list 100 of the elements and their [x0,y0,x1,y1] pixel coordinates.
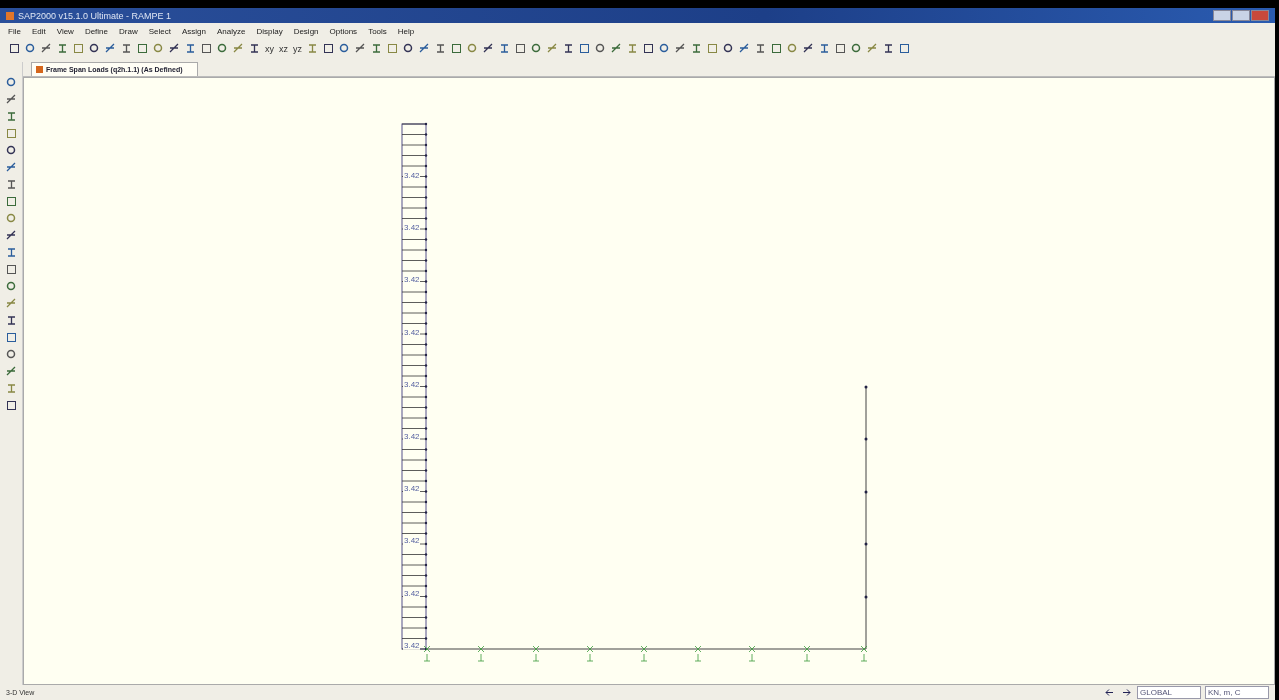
toolbar-button[interactable] [530,42,543,55]
toolbar-button[interactable] [56,42,69,55]
toolbar-button[interactable] [4,365,18,378]
toolbar-button[interactable] [4,263,18,276]
toolbar-button[interactable] [450,42,463,55]
toolbar-button[interactable] [88,42,101,55]
toolbar-button[interactable] [40,42,53,55]
toolbar-button[interactable] [248,42,261,55]
tool-icon [563,43,574,54]
view-button[interactable]: yz [292,42,303,55]
tool-icon [121,43,132,54]
toolbar-button[interactable] [4,144,18,157]
toolbar-button[interactable] [168,42,181,55]
tool-icon [803,43,814,54]
toolbar-button[interactable] [882,42,895,55]
toolbar-button[interactable] [770,42,783,55]
load-value: 3.42 [404,536,420,546]
toolbar-button[interactable] [4,348,18,361]
toolbar-button[interactable] [136,42,149,55]
toolbar-button[interactable] [722,42,735,55]
tool-icon [5,179,17,190]
tool-icon [355,43,366,54]
toolbar-button[interactable] [402,42,415,55]
tool-icon [611,43,622,54]
toolbar-button[interactable] [4,76,18,89]
tool-icon [867,43,878,54]
toolbar-button[interactable] [216,42,229,55]
toolbar-button[interactable] [674,42,687,55]
tool-icon [323,43,334,54]
arrow-left-icon[interactable] [1103,686,1116,699]
tool-icon [185,43,196,54]
tool-icon [499,43,510,54]
toolbar-button[interactable] [104,42,117,55]
tool-icon [5,400,17,411]
toolbar-button[interactable] [418,42,431,55]
menu-item[interactable]: Edit [31,26,46,36]
menu-item[interactable]: Analyze [216,26,246,36]
menu-item[interactable]: File [8,26,21,36]
toolbar-button[interactable] [738,42,751,55]
toolbar-button[interactable] [338,42,351,55]
toolbar-button[interactable] [754,42,767,55]
arrow-right-icon[interactable] [1120,686,1133,699]
toolbar-button[interactable] [4,280,18,293]
toolbar-button[interactable] [610,42,623,55]
toolbar-button[interactable] [690,42,703,55]
tool-icon [771,43,782,54]
toolbar-button[interactable] [370,42,383,55]
toolbar-button[interactable] [4,195,18,208]
menu-item[interactable]: View [56,26,74,36]
toolbar-button[interactable] [482,42,495,55]
toolbar-button[interactable] [434,42,447,55]
view-button[interactable]: xz [278,42,289,55]
toolbar-button[interactable] [498,42,511,55]
tool-icon [787,43,798,54]
menu-item[interactable]: Tools [368,26,387,36]
toolbar-button[interactable] [834,42,847,55]
tool-icon [57,43,68,54]
toolbar-button[interactable] [4,331,18,344]
view-button[interactable]: xy [264,42,275,55]
menu-item[interactable]: Define [84,26,108,36]
toolbar-button[interactable] [658,42,671,55]
toolbar-button[interactable] [514,42,527,55]
toolbar-button[interactable] [200,42,213,55]
menu-item[interactable]: Display [256,26,283,36]
toolbar-button[interactable] [4,229,18,242]
toolbar-button[interactable] [8,42,21,55]
toolbar-button[interactable] [898,42,911,55]
units-dropdown[interactable]: KN, m, C [1205,686,1269,699]
coordinate-system-dropdown[interactable]: GLOBAL [1137,686,1201,699]
load-value: 3.42 [404,223,420,233]
toolbar-button[interactable] [578,42,591,55]
tool-icon [5,247,17,258]
menu-item[interactable]: Options [329,26,358,36]
menu-item[interactable]: Draw [119,26,138,36]
load-value: 3.42 [404,588,420,598]
tool-icon [5,145,17,156]
menu-item[interactable]: Select [148,26,171,36]
toolbar-button[interactable] [850,42,863,55]
toolbar-button[interactable] [562,42,575,55]
menu-item[interactable]: Help [397,26,415,36]
toolbar-button[interactable] [802,42,815,55]
menu-item[interactable]: Design [293,26,319,36]
tool-icon [5,383,17,394]
toolbar-button[interactable] [24,42,37,55]
toolbar-button[interactable] [4,399,18,412]
toolbar-button[interactable] [818,42,831,55]
toolbar-button[interactable] [120,42,133,55]
toolbar-button[interactable] [184,42,197,55]
tool-icon [5,298,17,309]
toolbar-button[interactable] [322,42,335,55]
toolbar-button[interactable] [354,42,367,55]
tool-icon [217,43,228,54]
toolbar-button[interactable] [642,42,655,55]
tool-icon [675,43,686,54]
load-value: 3.42 [404,432,420,441]
toolbar-button[interactable] [4,93,18,106]
toolbar-button[interactable] [4,161,18,174]
toolbar-button[interactable] [594,42,607,55]
menu-item[interactable]: Assign [181,26,206,36]
tool-icon [515,43,526,54]
